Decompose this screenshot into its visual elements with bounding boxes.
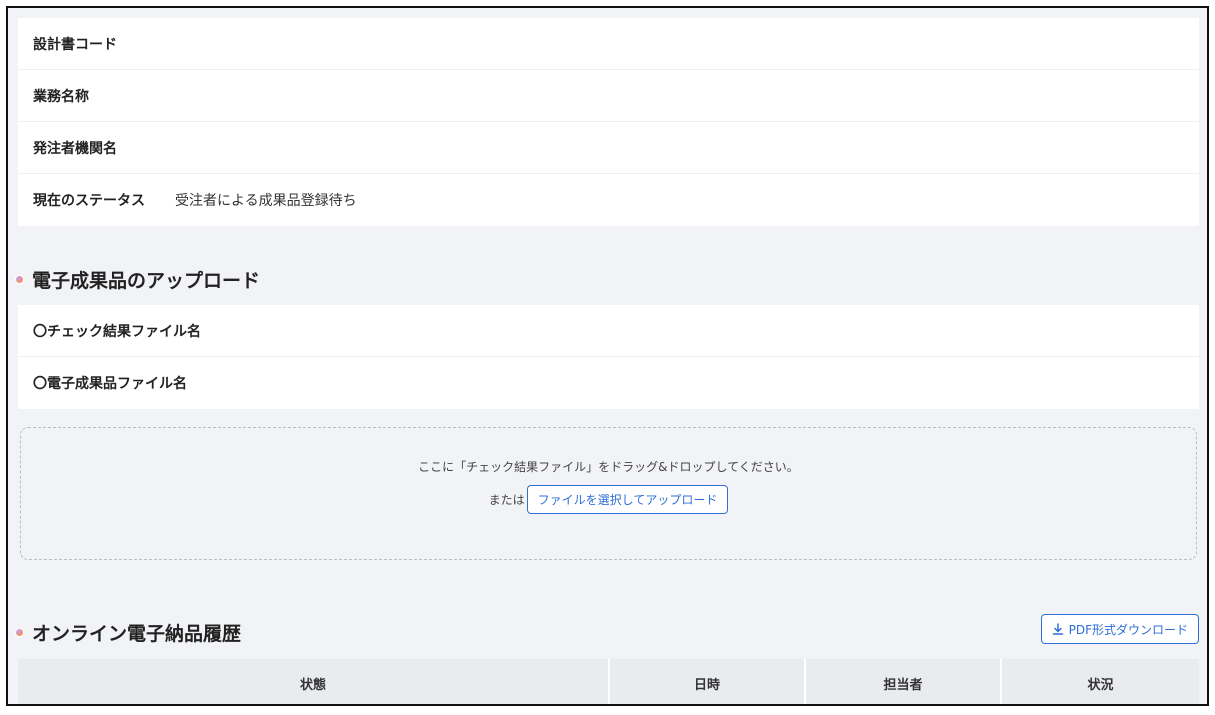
column-header-state[interactable]: 状態	[18, 659, 610, 704]
select-file-upload-button[interactable]: ファイルを選択してアップロード	[526, 485, 729, 514]
dropzone-or-text: または	[488, 493, 525, 507]
column-header-status[interactable]: 状況	[1002, 659, 1199, 704]
pdf-download-label: PDF形式ダウンロード	[1068, 622, 1188, 637]
status-value: 受注者による成果品登録待ち	[175, 193, 357, 209]
check-result-file-row: 〇チェック結果ファイル名	[18, 305, 1199, 357]
check-result-file-label: 〇チェック結果ファイル名	[33, 323, 201, 340]
history-table-header: 状態 日時 担当者 状況	[18, 659, 1199, 704]
upload-section-title: 電子成果品のアップロード	[16, 266, 260, 293]
info-row-design-code: 設計書コード	[18, 18, 1199, 70]
info-row-business-name: 業務名称	[18, 70, 1199, 122]
business-name-label: 業務名称	[33, 88, 89, 105]
deliverable-file-row: 〇電子成果品ファイル名	[18, 357, 1199, 409]
history-section-title: オンライン電子納品履歴	[16, 619, 241, 646]
client-org-label: 発注者機関名	[33, 140, 117, 157]
pdf-download-button[interactable]: PDF形式ダウンロード	[1040, 614, 1199, 644]
upload-file-card: 〇チェック結果ファイル名 〇電子成果品ファイル名	[18, 305, 1199, 409]
column-header-datetime[interactable]: 日時	[610, 659, 806, 704]
deliverable-file-label: 〇電子成果品ファイル名	[33, 376, 187, 392]
file-dropzone[interactable]: ここに「チェック結果ファイル」をドラッグ&ドロップしてください。 または ファイ…	[20, 427, 1197, 560]
status-label: 現在のステータス	[33, 193, 145, 209]
info-row-client-org: 発注者機関名	[18, 122, 1199, 174]
history-section-title-text: オンライン電子納品履歴	[32, 623, 242, 645]
dropzone-instruction: ここに「チェック結果ファイル」をドラッグ&ドロップしてください。	[418, 460, 799, 474]
project-info-card: 設計書コード 業務名称 発注者機関名 現在のステータス 受注者による成果品登録待…	[18, 18, 1199, 226]
design-code-label: 設計書コード	[33, 36, 117, 53]
section-bullet-icon	[16, 629, 23, 636]
main-panel: 設計書コード 業務名称 発注者機関名 現在のステータス 受注者による成果品登録待…	[6, 6, 1209, 706]
info-row-status: 現在のステータス 受注者による成果品登録待ち	[18, 174, 1199, 226]
dropzone-action-line: または ファイルを選択してアップロード	[21, 485, 1196, 514]
download-icon	[1052, 623, 1063, 635]
column-header-assignee[interactable]: 担当者	[806, 659, 1002, 704]
section-bullet-icon	[16, 276, 23, 283]
upload-section-title-text: 電子成果品のアップロード	[32, 270, 261, 292]
